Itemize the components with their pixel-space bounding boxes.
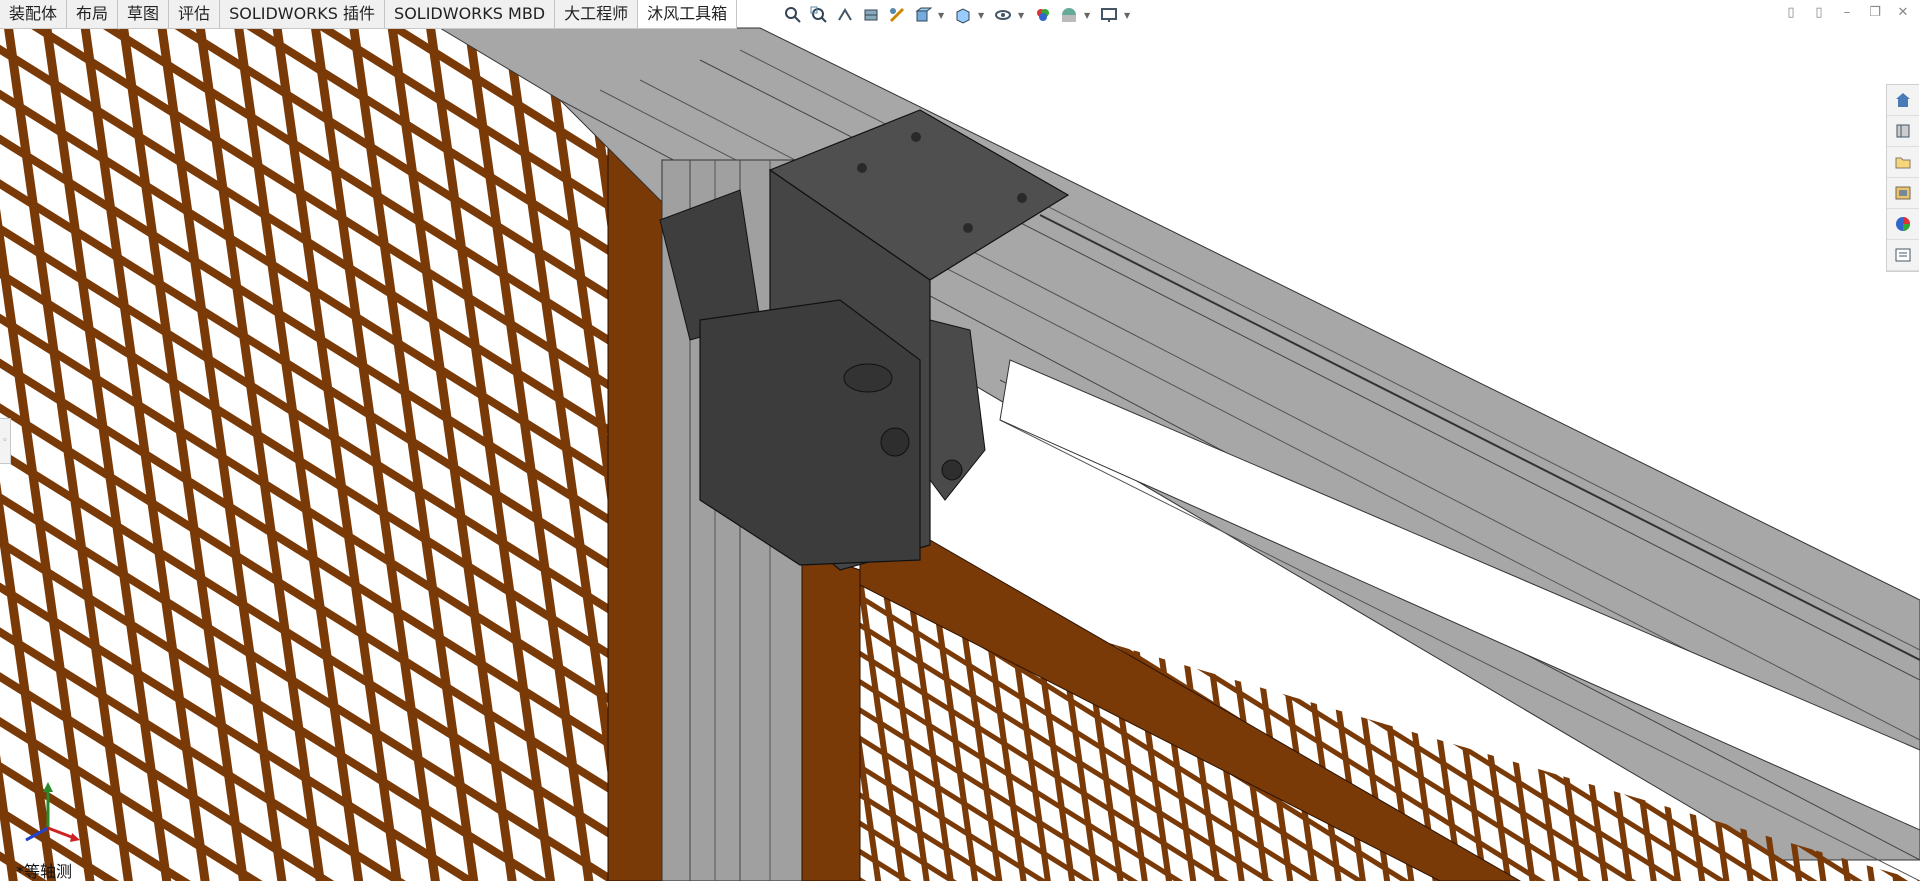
mesh-panel-left (0, 28, 608, 881)
tab-mufeng-toolbox[interactable]: 沐风工具箱 (638, 0, 738, 28)
heads-up-view-toolbar: ▼ ▼ ▼ ▼ ▼ (782, 3, 1138, 27)
command-manager-tabs: 装配体 布局 草图 评估 SOLIDWORKS 插件 SOLIDWORKS MB… (0, 0, 738, 29)
edit-appearance-icon[interactable] (1032, 4, 1054, 26)
minimize-icon[interactable]: – (1838, 4, 1856, 22)
tab-solidworks-mbd[interactable]: SOLIDWORKS MBD (385, 0, 556, 28)
reference-triad (25, 782, 80, 842)
view-palette-icon[interactable] (1887, 178, 1919, 209)
frame-post-right (801, 549, 861, 881)
design-library-icon[interactable] (1887, 116, 1919, 147)
tab-evaluate[interactable]: 评估 (169, 0, 221, 28)
chevron-down-icon[interactable]: ▼ (1018, 11, 1026, 20)
graphics-viewport[interactable] (0, 0, 1920, 881)
chevron-down-icon[interactable]: ▼ (1124, 11, 1132, 20)
task-pane-tabs (1886, 84, 1919, 272)
view-orientation-label: *等轴测 (16, 862, 73, 881)
zoom-to-fit-icon[interactable] (782, 4, 804, 26)
tab-engineer[interactable]: 大工程师 (555, 0, 639, 28)
restore-icon[interactable]: ❐ (1866, 4, 1884, 22)
window-controls: ▯ ▯ – ❐ ✕ (1782, 4, 1912, 22)
zoom-to-area-icon[interactable] (808, 4, 830, 26)
feature-manager-toggle-handle[interactable]: ◦ (0, 418, 11, 464)
tile-right-icon[interactable]: ▯ (1810, 4, 1828, 22)
chevron-down-icon[interactable]: ▼ (938, 11, 946, 20)
section-view-icon[interactable] (860, 4, 882, 26)
chevron-down-icon[interactable]: ▼ (978, 11, 986, 20)
view-settings-icon[interactable] (1098, 4, 1120, 26)
tab-solidworks-addins[interactable]: SOLIDWORKS 插件 (220, 0, 386, 28)
custom-properties-icon[interactable] (1887, 240, 1919, 271)
tab-layout[interactable]: 布局 (67, 0, 119, 28)
previous-view-icon[interactable] (834, 4, 856, 26)
chevron-down-icon[interactable]: ▼ (1084, 11, 1092, 20)
close-icon[interactable]: ✕ (1894, 4, 1912, 22)
tab-sketch[interactable]: 草图 (118, 0, 170, 28)
view-orientation-icon[interactable] (912, 4, 934, 26)
tab-assembly[interactable]: 装配体 (0, 0, 68, 28)
solidworks-resources-icon[interactable] (1887, 85, 1919, 116)
file-explorer-icon[interactable] (1887, 147, 1919, 178)
apply-scene-icon[interactable] (1058, 4, 1080, 26)
frame-post-left (607, 119, 663, 881)
dynamic-annotation-icon[interactable] (886, 4, 908, 26)
display-style-icon[interactable] (952, 4, 974, 26)
appearances-scenes-icon[interactable] (1887, 209, 1919, 240)
hide-show-items-icon[interactable] (992, 4, 1014, 26)
tile-left-icon[interactable]: ▯ (1782, 4, 1800, 22)
